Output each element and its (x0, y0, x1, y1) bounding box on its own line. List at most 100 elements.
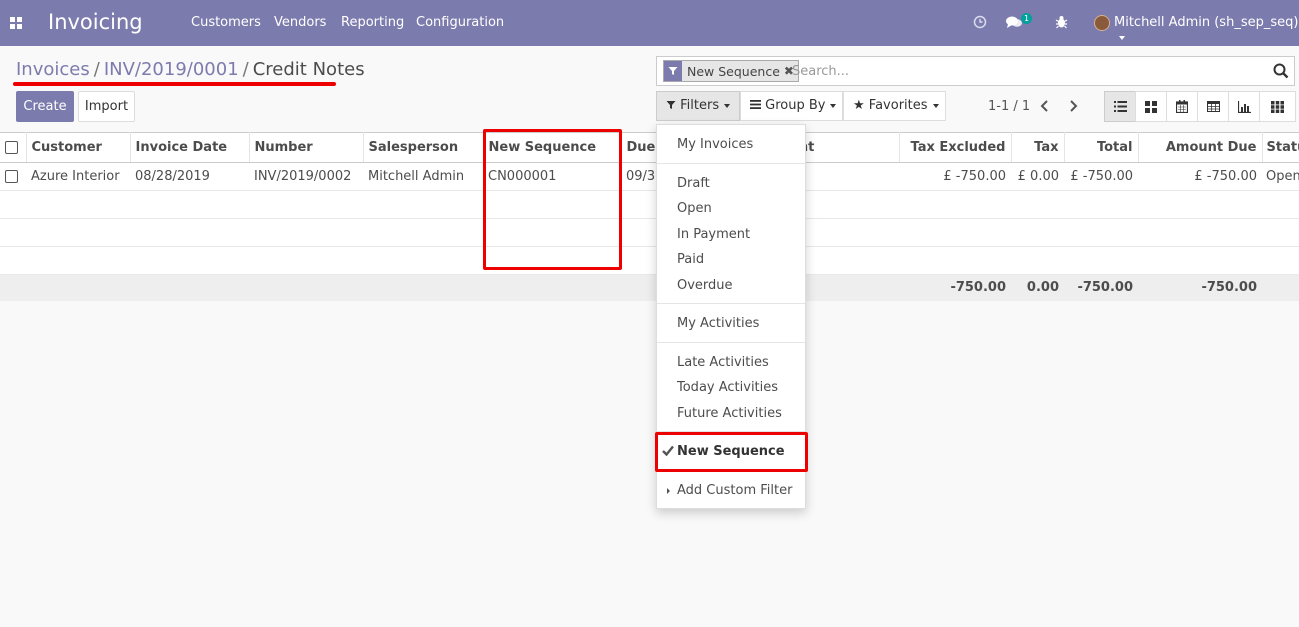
calendar-icon (1176, 100, 1188, 113)
list-view-button[interactable] (1104, 91, 1136, 122)
cell-invoice-date: 08/28/2019 (130, 162, 249, 191)
breadcrumb-invoice[interactable]: INV/2019/0001 (104, 59, 239, 80)
search-bar: New Sequence ✖ (656, 56, 1295, 86)
divider (657, 163, 805, 164)
group-by-label: Group By (765, 98, 826, 113)
add-custom-filter[interactable]: Add Custom Filter (657, 483, 792, 498)
pager-value[interactable]: 1-1 / 1 (988, 99, 1030, 114)
breadcrumb-separator: / (242, 59, 249, 80)
chevron-right-icon[interactable] (1068, 100, 1078, 112)
filter-future-activities[interactable]: Future Activities (677, 406, 782, 421)
divider (657, 431, 805, 432)
total-tax: 0.00 (1011, 274, 1064, 301)
menu-configuration[interactable]: Configuration (416, 15, 504, 30)
graph-view-button[interactable] (1228, 91, 1260, 122)
filters-button[interactable]: Filters (656, 91, 740, 121)
chevron-down-icon (932, 103, 939, 108)
chevron-down-icon (830, 103, 837, 108)
bug-icon[interactable] (1055, 15, 1068, 29)
totals-row: -750.00 0.00 -750.00 -750.00 (0, 274, 1299, 301)
breadcrumb-current: Credit Notes (252, 59, 365, 80)
cell-amount-due: £ -750.00 (1138, 162, 1262, 191)
filters-dropdown: My Invoices Draft Open In Payment Paid O… (656, 124, 806, 509)
grid-view-button[interactable] (1259, 91, 1296, 122)
apps-grid-icon[interactable] (10, 17, 23, 29)
select-all-cell[interactable] (0, 132, 27, 163)
filter-overdue[interactable]: Overdue (677, 278, 733, 293)
star-icon: ★ (853, 98, 865, 113)
cell-tax-excluded: £ -750.00 (899, 162, 1011, 191)
funnel-icon (666, 101, 676, 109)
kanban-view-button[interactable] (1135, 91, 1167, 122)
filter-new-sequence-label: New Sequence (677, 444, 785, 459)
col-amount-due[interactable]: Amount Due (1138, 132, 1263, 163)
grid-icon (1271, 100, 1284, 113)
list-icon (1113, 101, 1127, 112)
col-tax-excluded[interactable]: Tax Excluded (899, 132, 1012, 163)
search-input[interactable] (792, 61, 1262, 81)
cell-salesperson: Mitchell Admin (363, 162, 483, 191)
filter-open[interactable]: Open (677, 201, 712, 216)
calendar-view-button[interactable] (1166, 91, 1198, 122)
pivot-view-button[interactable] (1197, 91, 1229, 122)
search-icon[interactable] (1273, 63, 1289, 79)
import-button[interactable]: Import (78, 91, 135, 122)
filter-my-activities[interactable]: My Activities (677, 316, 759, 331)
filter-my-invoices[interactable]: My Invoices (677, 137, 753, 152)
search-facet[interactable]: New Sequence ✖ (663, 60, 799, 82)
divider (657, 303, 805, 304)
col-salesperson[interactable]: Salesperson (363, 132, 484, 163)
table-icon (1206, 101, 1220, 112)
row-checkbox[interactable] (5, 170, 18, 183)
divider (657, 470, 805, 471)
message-count-badge: 1 (1021, 13, 1033, 24)
col-tax[interactable]: Tax (1011, 132, 1065, 163)
table-header: Customer Invoice Date Number Salesperson… (0, 132, 1299, 163)
cell-new-sequence: CN000001 (483, 162, 621, 191)
breadcrumb: Invoices / INV/2019/0001/Credit Notes (16, 59, 365, 80)
group-by-button[interactable]: Group By (740, 91, 843, 121)
filters-label: Filters (680, 98, 720, 113)
col-new-sequence[interactable]: New Sequence (483, 132, 622, 163)
total-total: -750.00 (1064, 274, 1138, 301)
breadcrumb-separator: / (93, 59, 100, 80)
select-all-checkbox[interactable] (5, 141, 18, 154)
cell-tax: £ 0.00 (1011, 162, 1064, 191)
filter-late-activities[interactable]: Late Activities (677, 355, 769, 370)
menu-vendors[interactable]: Vendors (274, 15, 326, 30)
menu-reporting[interactable]: Reporting (341, 15, 404, 30)
cell-number: INV/2019/0002 (249, 162, 363, 191)
create-button[interactable]: Create (16, 91, 74, 122)
favorites-button[interactable]: ★ Favorites (843, 91, 946, 121)
user-name-label: Mitchell Admin (sh_sep_seq) (1114, 15, 1299, 30)
filter-today-activities[interactable]: Today Activities (677, 380, 778, 395)
breadcrumb-invoices[interactable]: Invoices (16, 59, 90, 80)
filter-in-payment[interactable]: In Payment (677, 227, 750, 242)
empty-row (0, 218, 1299, 247)
facet-label: New Sequence (687, 63, 780, 79)
col-status[interactable]: Status (1262, 132, 1299, 163)
col-customer[interactable]: Customer (26, 132, 131, 163)
col-number[interactable]: Number (249, 132, 364, 163)
list-bars-icon (750, 100, 761, 109)
menu-customers[interactable]: Customers (191, 15, 261, 30)
chevron-left-icon[interactable] (1040, 100, 1050, 112)
filter-paid[interactable]: Paid (677, 252, 704, 267)
favorites-label: Favorites (868, 98, 928, 113)
app-title[interactable]: Invoicing (48, 10, 143, 34)
cell-total: £ -750.00 (1064, 162, 1138, 191)
check-icon (662, 445, 674, 456)
total-tax-excluded: -750.00 (899, 274, 1011, 301)
table-row[interactable]: Azure Interior 08/28/2019 INV/2019/0002 … (0, 162, 1299, 191)
user-menu[interactable]: Mitchell Admin (sh_sep_seq) (1114, 15, 1299, 45)
row-select-cell[interactable] (0, 162, 26, 191)
filter-new-sequence[interactable]: New Sequence (657, 444, 785, 459)
clock-icon[interactable] (973, 15, 987, 29)
col-invoice-date[interactable]: Invoice Date (130, 132, 250, 163)
chevron-down-icon (724, 103, 731, 108)
annotation-underline (13, 82, 336, 86)
top-navbar: Invoicing Customers Vendors Reporting Co… (0, 0, 1299, 46)
avatar[interactable] (1094, 15, 1110, 31)
filter-draft[interactable]: Draft (677, 176, 710, 191)
col-total[interactable]: Total (1064, 132, 1139, 163)
